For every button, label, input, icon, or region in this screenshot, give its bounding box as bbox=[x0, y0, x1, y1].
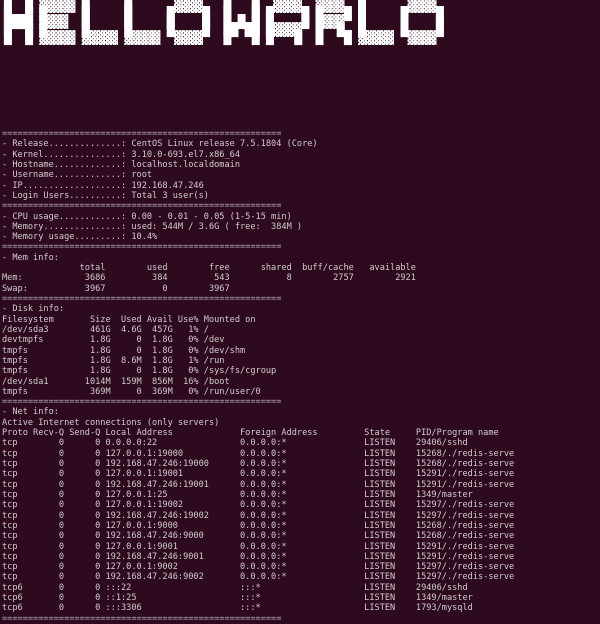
output-line: /dev/sda1 1014M 159M 856M 16% /boot bbox=[2, 376, 230, 387]
output-line: - Username.............: root bbox=[2, 170, 153, 181]
output-line: Mem: 3686 384 543 8 2757 2921 bbox=[2, 273, 416, 284]
separator-line: ========================================… bbox=[2, 397, 282, 408]
output-line: Proto Recv-Q Send-Q Local Address Foreig… bbox=[2, 428, 499, 439]
output-line: tcp 0 0 192.168.47.246:19000 0.0.0.0:* L… bbox=[2, 459, 515, 469]
output-line: tmpfs 1.8G 0 1.8G 0% /sys/fs/cgroup bbox=[2, 366, 277, 377]
output-line: - Kernel...............: 3.10.0-693.el7.… bbox=[2, 149, 240, 160]
output-line: tcp 0 0 127.0.0.1:19002 0.0.0.0:* LISTEN… bbox=[2, 500, 515, 511]
separator-line: ========================================… bbox=[2, 129, 282, 139]
output-line: tmpfs 1.8G 0 1.8G 0% /dev/shm bbox=[2, 345, 246, 356]
output-line: tcp6 0 0 :::22 :::* LISTEN 29406/sshd bbox=[2, 582, 468, 593]
output-line: tcp 0 0 192.168.47.246:9002 0.0.0.0:* LI… bbox=[2, 572, 515, 583]
output-line: tcp6 0 0 ::1:25 :::* LISTEN 1349/master bbox=[2, 593, 473, 604]
output-line: tcp 0 0 192.168.47.246:19002 0.0.0.0:* L… bbox=[2, 510, 515, 521]
output-line: tcp 0 0 127.0.0.1:9002 0.0.0.0:* LISTEN … bbox=[2, 562, 515, 573]
output-line: - Memory usage.........: 10.4% bbox=[2, 232, 158, 243]
output-line: tcp 0 0 127.0.0.1:19000 0.0.0.0:* LISTEN… bbox=[2, 448, 515, 459]
separator-line: ========================================… bbox=[2, 242, 282, 253]
output-line: Filesystem Size Used Avail Use% Mounted … bbox=[2, 314, 256, 325]
separator-line: ========================================… bbox=[2, 294, 282, 304]
output-line: - CPU usage............: 0.00 - 0.01 - 0… bbox=[2, 211, 292, 222]
output-line: /dev/sda3 461G 4.6G 457G 1% / bbox=[2, 324, 209, 335]
separator-line: ========================================… bbox=[2, 201, 282, 212]
output-line: tcp 0 0 192.168.47.246:9001 0.0.0.0:* LI… bbox=[2, 551, 515, 562]
output-line: - Hostname.............: localhost.local… bbox=[2, 159, 240, 170]
output-line: - IP...................: 192.168.47.246 bbox=[2, 180, 204, 191]
output-line: - Mem info: bbox=[2, 252, 59, 263]
output-line: tcp 0 0 0.0.0.0:22 0.0.0.0:* LISTEN 2940… bbox=[2, 438, 468, 449]
output-line: tcp 0 0 127.0.0.1:9001 0.0.0.0:* LISTEN … bbox=[2, 541, 515, 552]
output-line: - Memory...............: used: 544M / 3.… bbox=[2, 221, 303, 232]
system-report-output: ========================================… bbox=[2, 129, 514, 624]
output-line: devtmpfs 1.8G 0 1.8G 0% /dev bbox=[2, 335, 225, 346]
separator-line: ========================================… bbox=[2, 613, 282, 624]
output-line: tcp 0 0 127.0.0.1:25 0.0.0.0:* LISTEN 13… bbox=[2, 489, 473, 500]
output-line: tmpfs 1.8G 8.6M 1.8G 1% /run bbox=[2, 355, 225, 366]
output-line: tcp 0 0 192.168.47.246:19001 0.0.0.0:* L… bbox=[2, 479, 515, 490]
output-line: Swap: 3967 0 3967 bbox=[2, 283, 230, 294]
output-line: - Disk info: bbox=[2, 304, 65, 315]
output-line: total used free shared buff/cache availa… bbox=[2, 263, 416, 274]
output-line: tmpfs 369M 0 369M 0% /run/user/0 bbox=[2, 386, 261, 397]
output-line: - Login Users..........: Total 3 user(s) bbox=[2, 190, 209, 201]
terminal-window: █ █ ▓▓▓▓▓ █ █ ▓▓▓▓ █ █ ▓▓▓▓ ▓▓▓▓ █ ▓▓▓▓ … bbox=[0, 0, 600, 624]
output-line: tcp 0 0 192.168.47.246:9000 0.0.0.0:* LI… bbox=[2, 531, 515, 542]
output-line: Active Internet connections (only server… bbox=[2, 417, 220, 428]
output-line: - Release..............: CentOS Linux re… bbox=[2, 139, 318, 150]
output-line: tcp 0 0 127.0.0.1:9000 0.0.0.0:* LISTEN … bbox=[2, 520, 515, 531]
ascii-art-banner: █ █ ▓▓▓▓▓ █ █ ▓▓▓▓ █ █ ▓▓▓▓ ▓▓▓▓ █ ▓▓▓▓ … bbox=[4, 0, 444, 46]
output-line: tcp 0 0 127.0.0.1:19001 0.0.0.0:* LISTEN… bbox=[2, 469, 515, 480]
output-line: tcp6 0 0 :::3306 :::* LISTEN 1793/mysqld bbox=[2, 603, 473, 614]
output-line: - Net info: bbox=[2, 407, 59, 418]
